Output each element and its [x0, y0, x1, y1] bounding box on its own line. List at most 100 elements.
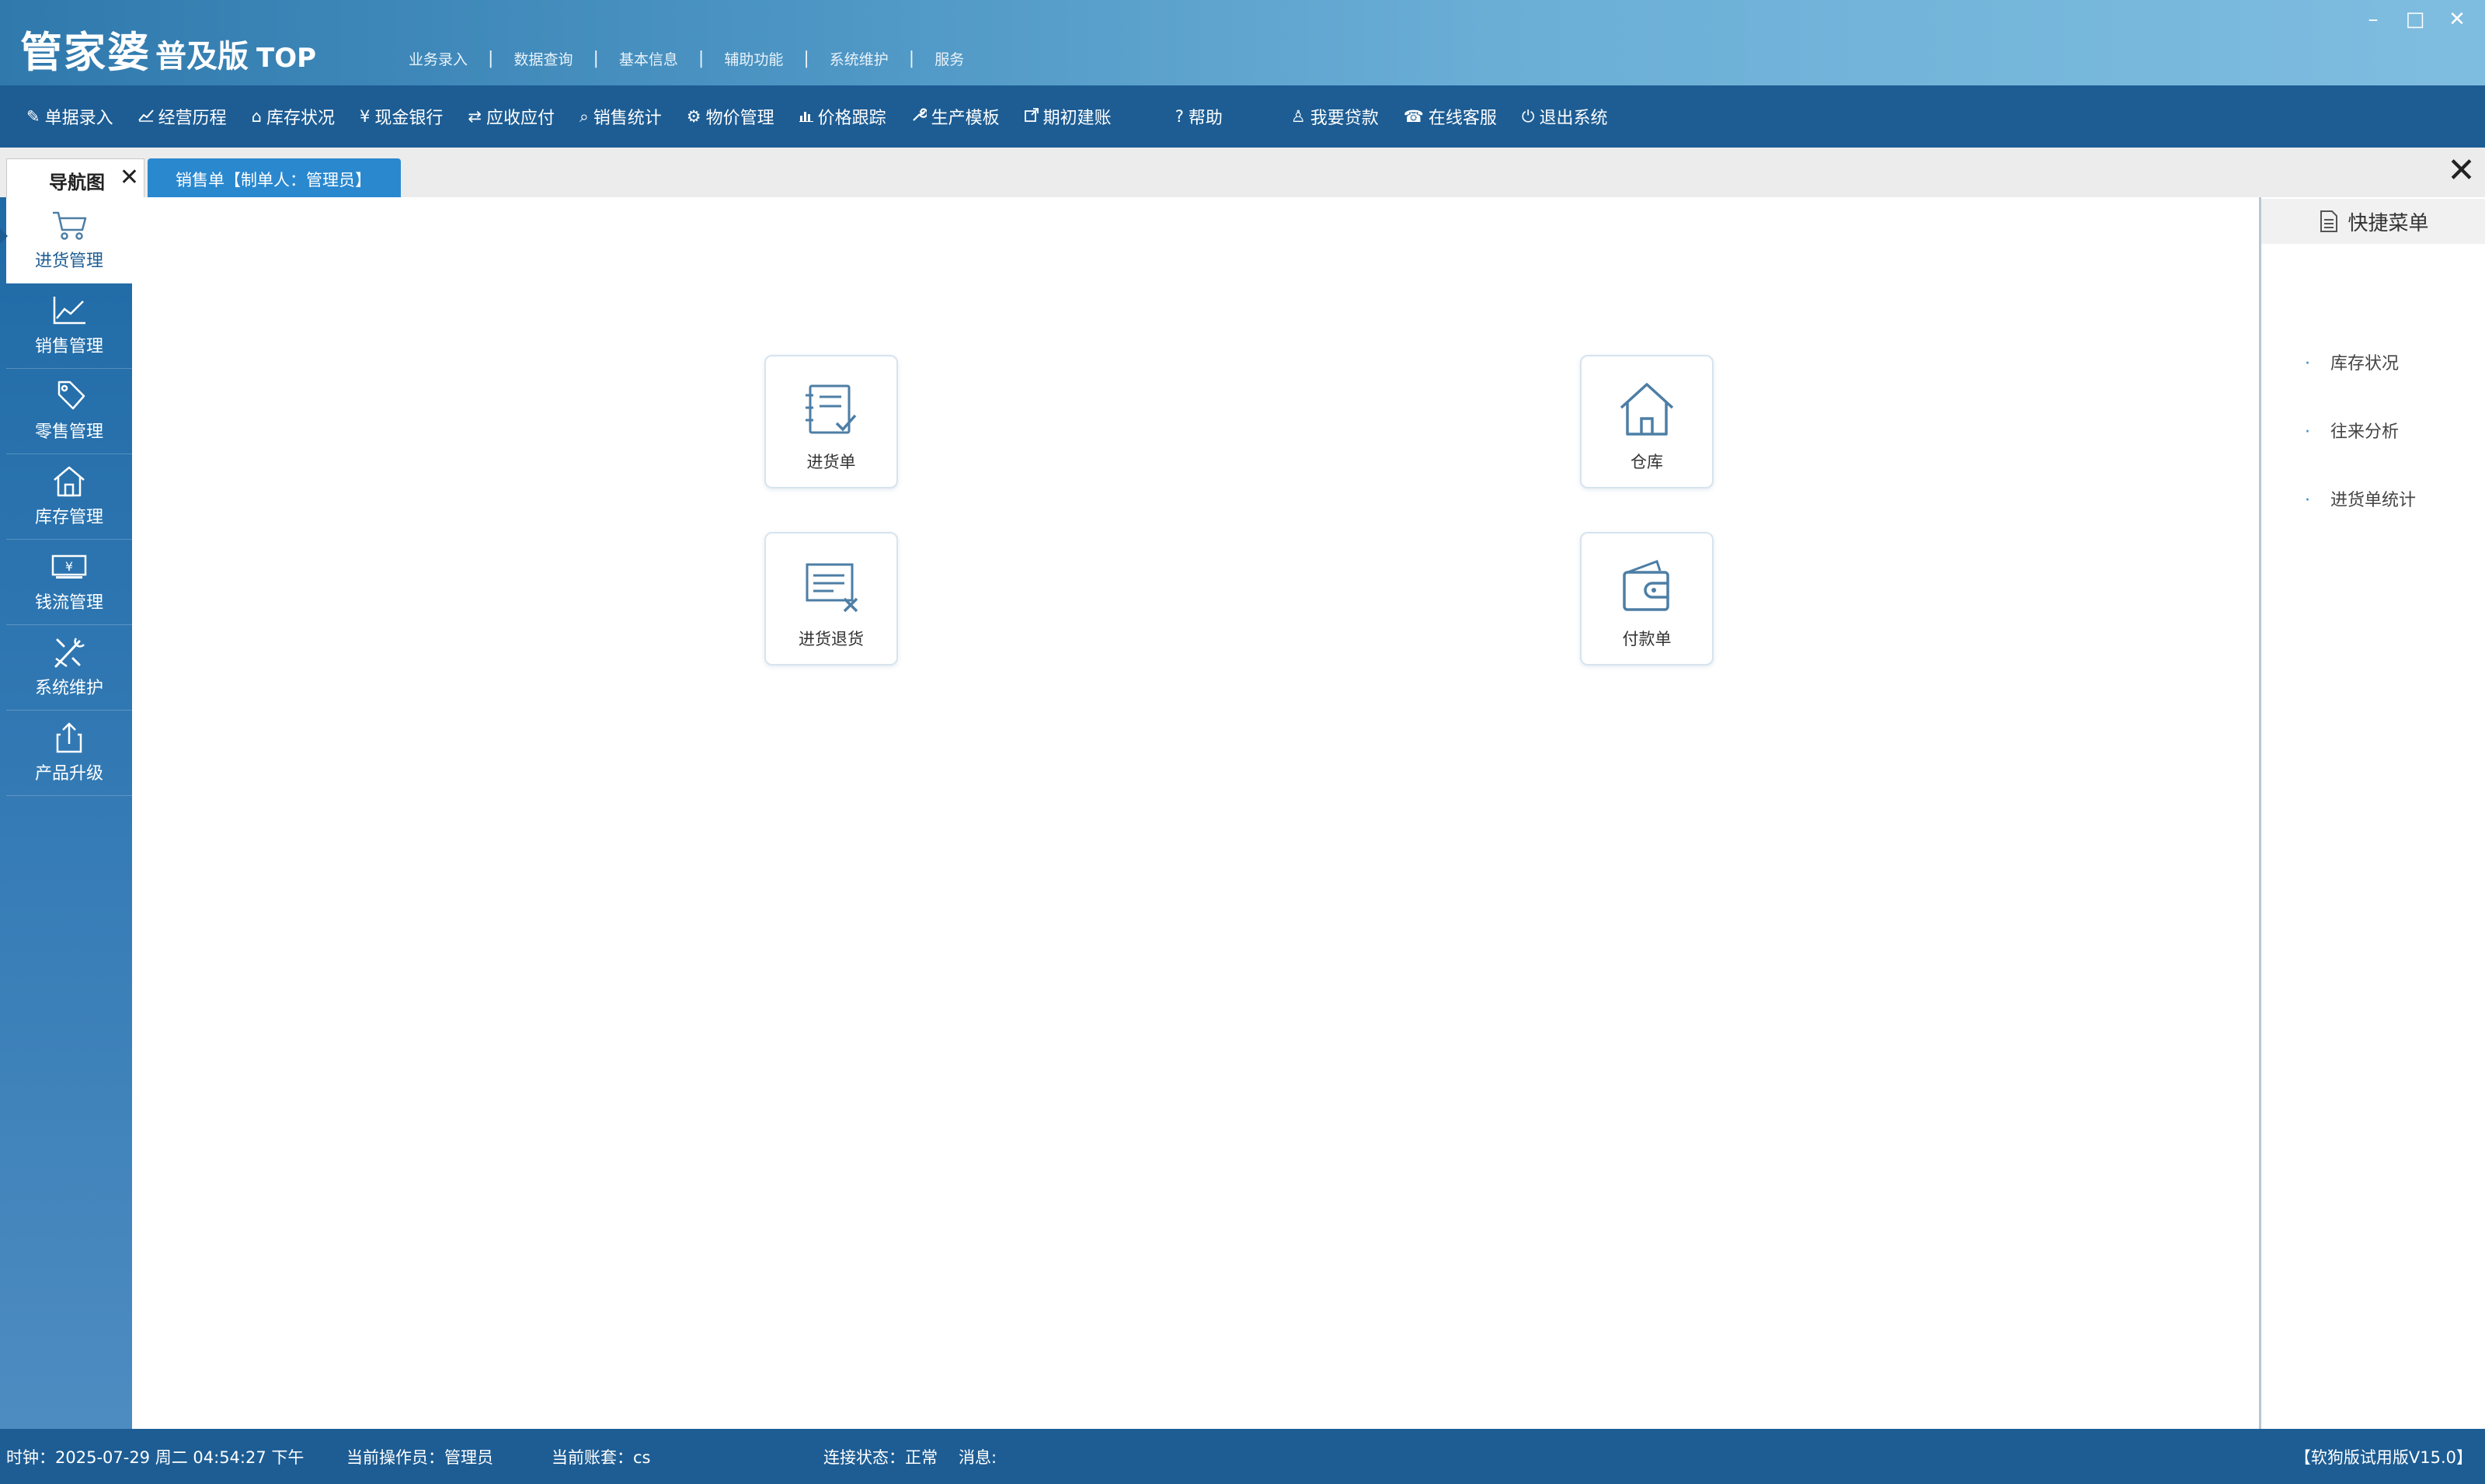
tile-label: 进货退货 — [799, 630, 864, 648]
sidebar-item-inventory[interactable]: 库存管理 — [6, 454, 132, 540]
toolbar-label: 销售统计 — [593, 109, 662, 128]
quick-menu-item[interactable]: · 库存状况 — [2305, 349, 2399, 374]
sidebar-item-label: 系统维护 — [34, 679, 103, 698]
exchange-icon: ⇄ — [468, 107, 482, 126]
logo-top-text: TOP — [256, 43, 317, 74]
status-operator: 当前操作员：管理员 — [346, 1448, 493, 1467]
toolbar-label: 库存状况 — [266, 109, 335, 128]
top-menu-data-query[interactable]: 数据查询 — [493, 48, 593, 69]
toolbar-label: 期初建账 — [1042, 109, 1112, 128]
quick-menu-label: 往来分析 — [2330, 422, 2400, 442]
line-chart-icon — [53, 297, 85, 325]
tile-label: 付款单 — [1622, 630, 1672, 648]
top-menu-auxiliary[interactable]: 辅助功能 — [704, 48, 803, 69]
sidebar-item-label: 钱流管理 — [34, 593, 103, 613]
toolbar-cash-bank[interactable]: ¥ 现金银行 — [360, 104, 443, 129]
wrench-icon — [911, 107, 928, 127]
close-window-button[interactable]: ✕ — [2446, 8, 2468, 31]
top-menu-basic-info[interactable]: 基本信息 — [599, 48, 698, 69]
toolbar-document-entry[interactable]: ✎ 单据录入 — [26, 104, 113, 129]
tile-warehouse[interactable]: 仓库 — [1580, 355, 1714, 488]
tile-label: 仓库 — [1631, 453, 1663, 471]
toolbar-online-service[interactable]: ☎ 在线客服 — [1404, 104, 1497, 129]
house-icon: ⌂ — [251, 107, 262, 126]
bullet-icon: · — [2305, 422, 2310, 442]
svg-text:¥: ¥ — [65, 559, 73, 574]
toolbar-help[interactable]: ? 帮助 — [1175, 104, 1223, 129]
menu-separator: | — [803, 49, 809, 68]
tab-navigation-map[interactable]: 导航图 ✕ — [6, 158, 144, 198]
trend-chart-icon — [137, 107, 154, 126]
cash-icon: ¥ — [51, 554, 87, 579]
maximize-button[interactable]: □ — [2404, 8, 2426, 31]
toolbar-label: 退出系统 — [1539, 109, 1608, 128]
tab-strip: 导航图 ✕ 销售单【制单人：管理员】 ✕ — [0, 148, 2485, 198]
menu-separator: | — [908, 49, 915, 68]
warehouse-icon — [1620, 383, 1674, 436]
sidebar-item-sales[interactable]: 销售管理 — [6, 283, 132, 369]
navigation-canvas: 进货单 仓库 进货退货 付款单 — [132, 197, 2259, 1429]
toolbar-inventory-status[interactable]: ⌂ 库存状况 — [252, 104, 335, 129]
menu-separator: | — [593, 49, 599, 68]
sidebar-item-label: 产品升级 — [34, 764, 103, 784]
price-tag-icon — [57, 381, 85, 410]
toolbar-receivable-payable[interactable]: ⇄ 应收应付 — [468, 104, 555, 129]
quick-menu-item[interactable]: · 往来分析 — [2305, 418, 2399, 443]
gear-icon: ⚙ — [686, 107, 701, 126]
top-menu-system-maintenance[interactable]: 系统维护 — [809, 48, 909, 69]
tile-payment-slip[interactable]: 付款单 — [1580, 532, 1714, 666]
quick-menu-title: 快捷菜单 — [2348, 211, 2429, 235]
question-icon: ? — [1175, 107, 1184, 126]
tab-sales-order[interactable]: 销售单【制单人：管理员】 — [148, 158, 401, 197]
status-clock: 时钟：2025-07-29 周二 04:54:27 下午 — [6, 1448, 305, 1467]
toolbar-business-history[interactable]: 经营历程 — [137, 104, 227, 129]
menu-separator: | — [698, 49, 705, 68]
toolbar-loan[interactable]: ♙ 我要贷款 — [1291, 104, 1379, 129]
sidebar-item-system[interactable]: 系统维护 — [6, 624, 132, 711]
power-icon: ⏻ — [1521, 106, 1535, 126]
wallet-icon — [1623, 560, 1669, 611]
top-menu-business-entry[interactable]: 业务录入 — [388, 48, 488, 69]
toolbar-opening-setup[interactable]: 期初建账 — [1024, 104, 1112, 129]
tile-label: 进货单 — [806, 453, 856, 471]
sidebar-item-label: 销售管理 — [34, 337, 103, 356]
toolbar-label: 生产模板 — [931, 109, 1000, 128]
toolbar-production-template[interactable]: 生产模板 — [911, 104, 1000, 129]
sidebar-item-purchase[interactable]: 进货管理 — [0, 197, 132, 283]
module-sidebar: 进货管理 销售管理 零售管理 库存管理 ¥ 钱流管理 系统维护 产品升级 — [0, 197, 132, 1429]
top-menu-service[interactable]: 服务 — [914, 48, 984, 69]
app-logo: 管家婆 普及版 TOP — [20, 23, 316, 78]
toolbar-price-tracking[interactable]: 价格跟踪 — [799, 104, 886, 129]
quick-menu-panel: 快捷菜单 · 库存状况 · 往来分析 · 进货单统计 — [2259, 197, 2485, 1429]
quick-menu-item[interactable]: · 进货单统计 — [2305, 486, 2416, 511]
bullet-icon: · — [2305, 354, 2310, 374]
upload-icon — [56, 722, 82, 753]
bullet-icon: · — [2305, 491, 2310, 510]
purchase-order-icon — [806, 384, 857, 434]
toolbar-label: 在线客服 — [1428, 109, 1497, 128]
yen-icon: ¥ — [360, 107, 371, 126]
minimize-button[interactable]: – — [2362, 8, 2384, 31]
sidebar-item-cashflow[interactable]: ¥ 钱流管理 — [6, 539, 132, 625]
tile-purchase-return[interactable]: 进货退货 — [764, 532, 898, 666]
toolbar-sales-statistics[interactable]: ⌕ 销售统计 — [579, 104, 662, 129]
top-menu: 业务录入 | 数据查询 | 基本信息 | 辅助功能 | 系统维护 | 服务 — [388, 48, 984, 69]
sidebar-item-retail[interactable]: 零售管理 — [6, 368, 132, 454]
quick-menu-label: 进货单统计 — [2330, 491, 2417, 510]
close-icon[interactable]: ✕ — [120, 164, 139, 191]
document-icon — [2320, 210, 2338, 232]
toolbar-exit-system[interactable]: ⏻ 退出系统 — [1522, 104, 1608, 129]
bar-chart-icon — [799, 107, 813, 126]
title-bar: 管家婆 普及版 TOP 业务录入 | 数据查询 | 基本信息 | 辅助功能 | … — [0, 0, 2485, 85]
menu-separator: | — [488, 49, 494, 68]
shopping-cart-icon — [53, 211, 87, 240]
status-bar: 时钟：2025-07-29 周二 04:54:27 下午 当前操作员：管理员 当… — [0, 1429, 2485, 1484]
toolbar-label: 应收应付 — [486, 109, 555, 128]
toolbar-price-management[interactable]: ⚙ 物价管理 — [687, 104, 774, 129]
tile-purchase-order[interactable]: 进货单 — [764, 355, 898, 488]
main-toolbar: ✎ 单据录入 经营历程 ⌂ 库存状况 ¥ 现金银行 ⇄ 应收应付 ⌕ 销售统计 … — [0, 85, 2485, 148]
close-all-tabs-button[interactable]: ✕ — [2447, 152, 2476, 189]
toolbar-label: 经营历程 — [158, 109, 227, 128]
tab-label: 销售单【制单人：管理员】 — [176, 171, 371, 189]
sidebar-item-upgrade[interactable]: 产品升级 — [6, 710, 132, 796]
